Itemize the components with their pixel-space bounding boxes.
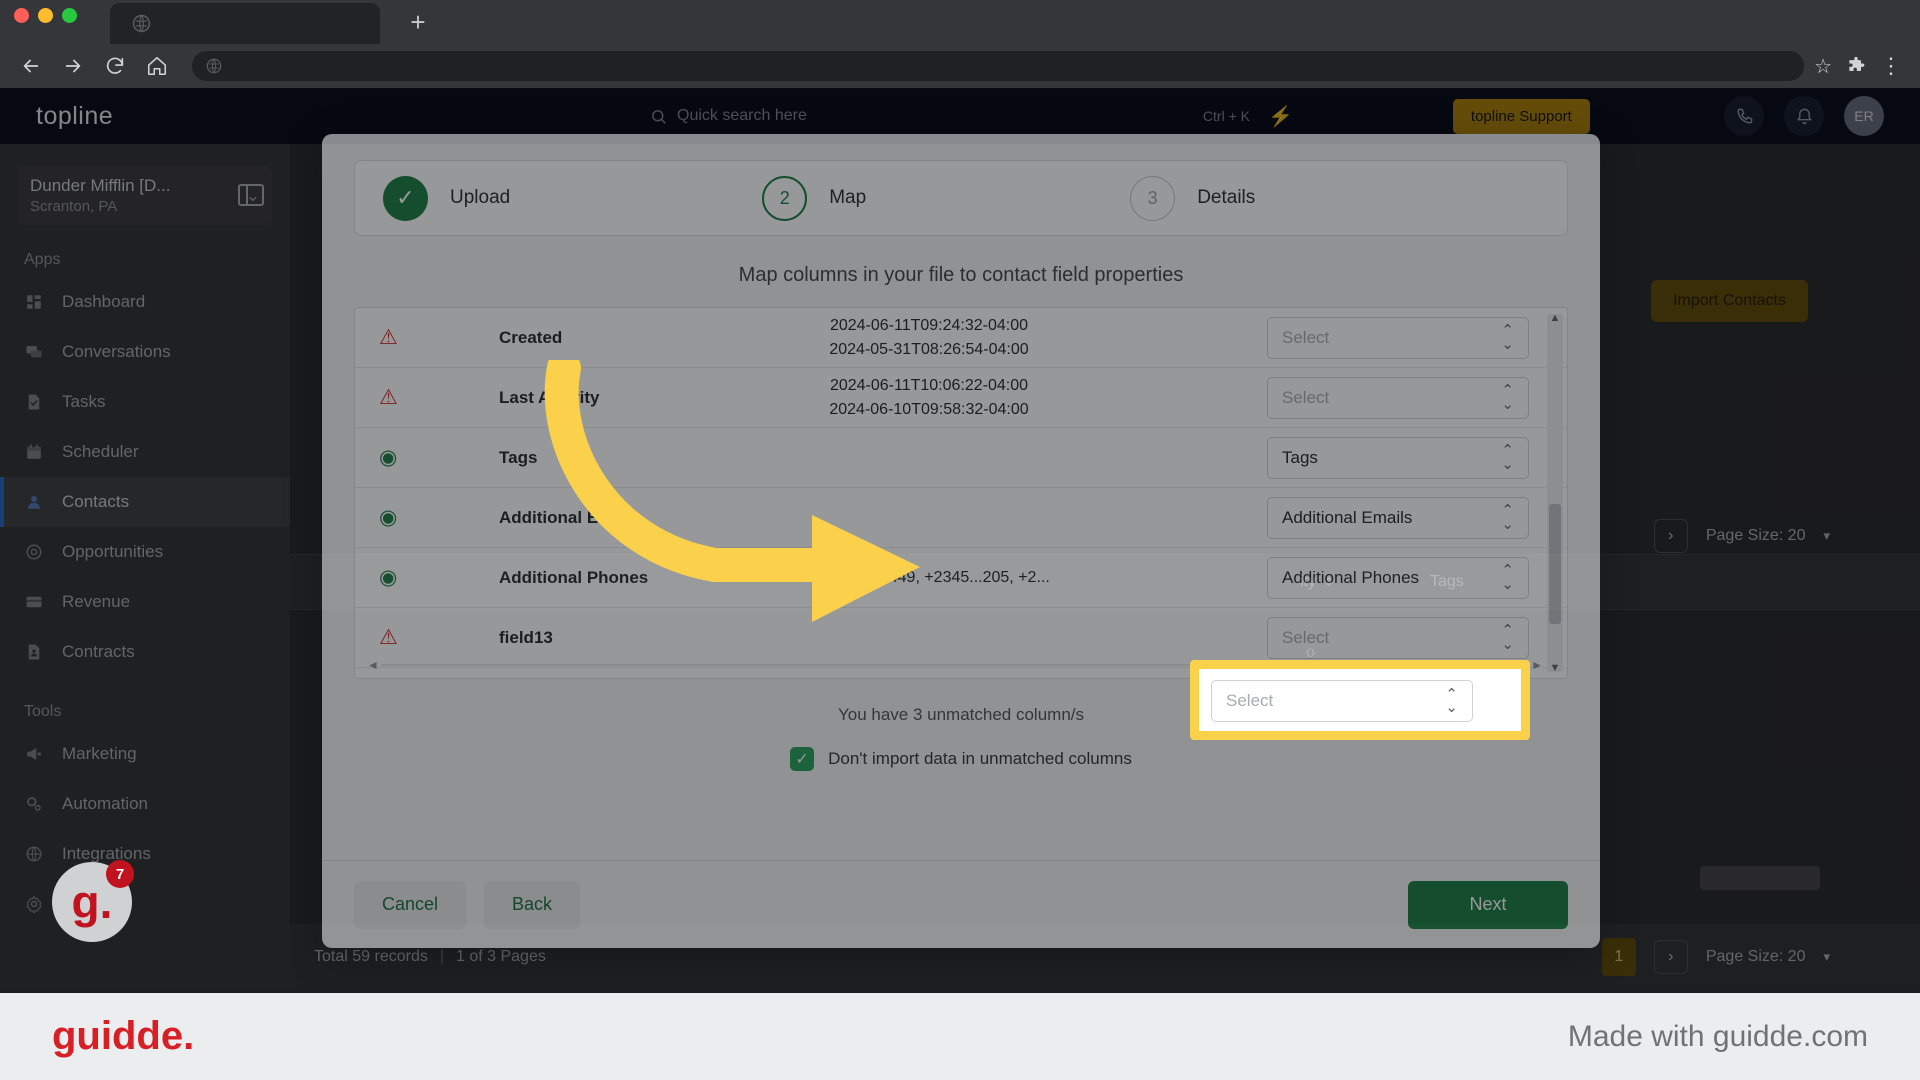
step-details[interactable]: 3 Details: [1130, 175, 1256, 221]
stepper-icon: ⌃ ⌄: [1501, 502, 1514, 533]
source-column-name: field13: [499, 627, 553, 647]
dont-import-label: Don't import data in unmatched columns: [828, 749, 1132, 768]
minimize-window-button[interactable]: [38, 8, 53, 23]
field-select[interactable]: Additional Emails ⌃ ⌄: [1267, 496, 1529, 539]
field-select[interactable]: Select ⌃ ⌄: [1267, 376, 1529, 419]
step-number: 2: [762, 175, 808, 221]
close-window-button[interactable]: [14, 8, 29, 23]
new-tab-button[interactable]: +: [403, 8, 433, 38]
check-circle-icon: ◉: [379, 446, 398, 469]
guidde-badge[interactable]: g. 7: [52, 860, 134, 942]
toolbar-right-icons: ☆ ⋮: [1814, 53, 1906, 79]
source-column-name: Created: [499, 327, 563, 347]
import-stepper: ✓ Upload 2 Map 3 Details: [354, 160, 1568, 236]
maximize-window-button[interactable]: [62, 8, 77, 23]
stepper-icon: ⌃ ⌄: [1501, 322, 1514, 353]
next-button[interactable]: Next: [1408, 880, 1568, 929]
modal-subtitle: Map columns in your file to contact fiel…: [738, 264, 1184, 286]
dont-import-checkbox[interactable]: ✓: [790, 747, 815, 771]
step-upload[interactable]: ✓ Upload: [355, 175, 511, 221]
scroll-up-icon[interactable]: ▲: [1547, 312, 1563, 324]
browser-menu-icon[interactable]: ⋮: [1880, 53, 1902, 79]
field-select-value: Additional Phones: [1282, 567, 1420, 587]
cancel-button[interactable]: Cancel: [354, 880, 467, 929]
sample-values: 2024-06-11T09:24:32-04:00 2024-05-31T08:…: [829, 317, 1029, 358]
scrollbar-thumb[interactable]: [1549, 504, 1561, 624]
guidde-logo: guidde.: [52, 1014, 195, 1058]
guidde-badge-letter: g.: [71, 876, 113, 928]
source-column-name: Additional Phones: [499, 567, 649, 587]
column-mapping-table: ⚠ Created 2024-06-11T09:24:32-04:00 2024…: [354, 307, 1568, 679]
field-select-value: Additional Emails: [1282, 507, 1413, 527]
sample-values: 2024-06-11T10:06:22-04:00 2024-06-10T09:…: [829, 377, 1029, 418]
address-bar[interactable]: [192, 51, 1805, 81]
browser-toolbar: ☆ ⋮: [0, 44, 1920, 88]
step-label: Upload: [450, 187, 511, 208]
globe-icon: [206, 58, 222, 74]
scroll-down-icon[interactable]: ▼: [1547, 662, 1563, 674]
modal-footer: Cancel Back Next: [322, 860, 1600, 948]
field-select-value: Tags: [1282, 447, 1318, 467]
sample-values: +19192224449, +2345...205, +2...: [808, 568, 1050, 586]
table-row: ⚠ Last Activity 2024-06-11T10:06:22-04:0…: [355, 368, 1567, 428]
guidde-badge-count: 7: [106, 860, 134, 888]
field-select-placeholder: Select: [1282, 627, 1330, 647]
stepper-icon: ⌃ ⌄: [1501, 442, 1514, 473]
import-mapping-modal: ✓ Upload 2 Map 3 Details Map columns in …: [322, 134, 1600, 948]
step-number: 3: [1130, 175, 1176, 221]
table-row: ⚠ Created 2024-06-11T09:24:32-04:00 2024…: [355, 308, 1567, 368]
warning-icon: ⚠: [379, 326, 398, 349]
made-with-guidde-label: Made with guidde.com: [1567, 1019, 1868, 1053]
table-row: ◉ Additional Phones +19192224449, +2345.…: [355, 548, 1567, 608]
source-column-name: Last Activity: [499, 387, 600, 407]
scroll-left-icon[interactable]: ◄: [367, 658, 379, 672]
warning-icon: ⚠: [379, 626, 398, 649]
check-circle-icon: ◉: [379, 506, 398, 529]
reload-button[interactable]: [98, 49, 132, 83]
window-controls[interactable]: [14, 8, 77, 23]
scroll-right-icon[interactable]: ►: [1531, 658, 1543, 672]
step-number: ✓: [383, 175, 428, 221]
browser-tab[interactable]: [110, 3, 380, 44]
home-button[interactable]: [140, 49, 174, 83]
back-button[interactable]: [14, 49, 48, 83]
vertical-scrollbar[interactable]: ▲ ▼: [1547, 312, 1563, 674]
browser-chrome: + ☆ ⋮: [0, 0, 1920, 88]
back-button[interactable]: Back: [484, 880, 581, 929]
field-select-placeholder: Select: [1282, 387, 1330, 407]
source-column-name: Additional Emails: [499, 507, 642, 527]
field-select-placeholder: Select: [1282, 327, 1330, 347]
field-select[interactable]: Select ⌃ ⌄: [1267, 316, 1529, 359]
highlighted-select-placeholder: Select: [1226, 691, 1274, 710]
highlighted-field-select[interactable]: Select ⌃ ⌄: [1211, 680, 1473, 722]
globe-icon: [132, 14, 151, 33]
guidde-footer: guidde. Made with guidde.com: [0, 990, 1920, 1080]
warning-icon: ⚠: [379, 386, 398, 409]
field-select[interactable]: Tags ⌃ ⌄: [1267, 436, 1529, 479]
table-row: ◉ Tags Tags ⌃ ⌄: [355, 428, 1567, 488]
stepper-icon: ⌃ ⌄: [1501, 622, 1514, 653]
stepper-icon: ⌃ ⌄: [1445, 685, 1458, 716]
stepper-icon: ⌃ ⌄: [1501, 562, 1514, 593]
bookmark-star-icon[interactable]: ☆: [1814, 54, 1832, 79]
table-row: ◉ Additional Emails Additional Emails ⌃ ⌄: [355, 488, 1567, 548]
field-select[interactable]: Select ⌃ ⌄: [1267, 616, 1529, 659]
check-circle-icon: ◉: [379, 566, 398, 589]
stepper-icon: ⌃ ⌄: [1501, 382, 1514, 413]
forward-button[interactable]: [56, 49, 90, 83]
step-map[interactable]: 2 Map: [762, 175, 867, 221]
step-label: Details: [1197, 187, 1256, 208]
tab-strip: +: [0, 0, 1920, 44]
step-label: Map: [829, 187, 867, 208]
field-select[interactable]: Additional Phones ⌃ ⌄: [1267, 556, 1529, 599]
source-column-name: Tags: [499, 447, 538, 467]
puzzle-icon[interactable]: [1846, 56, 1866, 76]
